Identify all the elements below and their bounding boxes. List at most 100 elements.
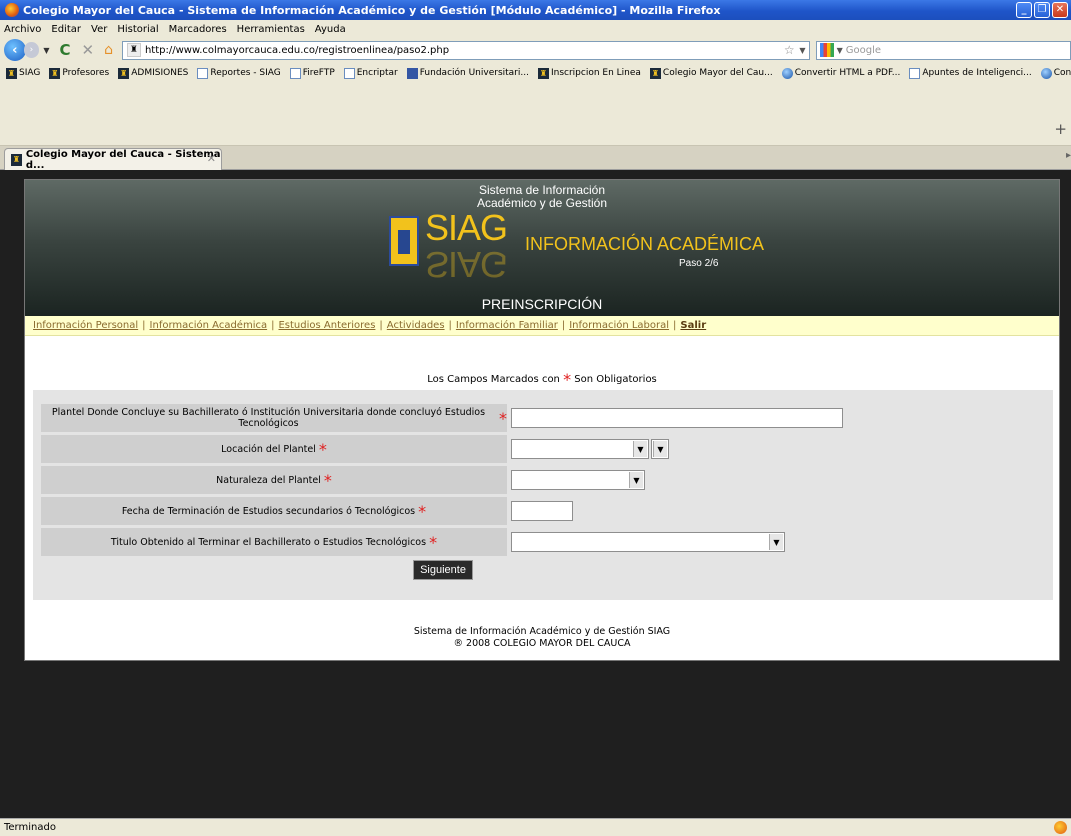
siag-icon: ♜	[118, 67, 130, 79]
home-icon[interactable]: ⌂	[104, 42, 113, 58]
bookmark-item[interactable]: Convertir HTML a PDF...	[779, 67, 904, 79]
bookmark-item[interactable]: Fundación Universitari...	[404, 67, 532, 79]
field-label-text: Fecha de Terminación de Estudios secunda…	[121, 505, 416, 517]
address-url[interactable]: http://www.colmayorcauca.edu.co/registro…	[145, 45, 449, 56]
menu-historial[interactable]: Historial	[117, 24, 158, 35]
menu-editar[interactable]: Editar	[51, 24, 81, 35]
system-title: Sistema de Información Académico y de Ge…	[25, 184, 1059, 210]
siag-icon: ♜	[49, 67, 61, 79]
forward-button[interactable]: ›	[23, 42, 40, 58]
page-icon	[343, 67, 355, 79]
new-tab-plus-icon[interactable]: +	[1054, 120, 1067, 138]
nav-salir[interactable]: Salir	[680, 320, 706, 331]
field-label: Titulo Obtenido al Terminar el Bachiller…	[41, 528, 507, 556]
globe-icon	[781, 67, 793, 79]
system-title-line: Académico y de Gestión	[476, 196, 608, 210]
menu-ver[interactable]: Ver	[91, 24, 107, 35]
header-banner: Sistema de Información Académico y de Ge…	[25, 180, 1059, 316]
bookmark-item[interactable]: Apuntes de Inteligenci...	[906, 67, 1034, 79]
siguiente-button[interactable]: Siguiente	[413, 560, 473, 580]
field-label: Locación del Plantel *	[41, 435, 507, 463]
form-row-naturaleza: Naturaleza del Plantel * ▼	[41, 466, 645, 494]
nav-informacion-familiar[interactable]: Información Familiar	[456, 320, 558, 331]
nav-actividades[interactable]: Actividades	[387, 320, 445, 331]
bookmark-label: Colegio Mayor del Cau...	[662, 68, 773, 78]
bookmark-item[interactable]: ♜ Inscripcion En Linea	[535, 67, 644, 79]
history-dropdown-icon[interactable]: ▼	[43, 46, 49, 55]
bookmark-label: Profesores	[62, 68, 110, 78]
bookmark-label: Inscripcion En Linea	[550, 68, 641, 78]
required-asterisk: *	[499, 408, 507, 428]
nav-estudios-anteriores[interactable]: Estudios Anteriores	[278, 320, 375, 331]
restore-button[interactable]: ❐	[1034, 2, 1050, 18]
grid-icon	[406, 67, 418, 79]
fecha-input[interactable]	[511, 501, 573, 521]
minimize-button[interactable]: _	[1016, 2, 1032, 18]
back-button[interactable]: ‹	[4, 39, 26, 61]
page-subtitle: PREINSCRIPCIÓN	[481, 296, 603, 312]
bookmark-star-icon[interactable]: ☆	[784, 43, 795, 57]
firefox-status-icon	[1054, 821, 1067, 834]
field-label: Plantel Donde Concluye su Bachillerato ó…	[41, 404, 507, 432]
menu-herramientas[interactable]: Herramientas	[237, 24, 305, 35]
tab-label: Colegio Mayor del Cauca - Sistema d...	[25, 148, 221, 171]
logo-door	[398, 230, 410, 254]
window-controls: _ ❐ ✕	[1016, 2, 1068, 18]
stop-icon[interactable]: ✕	[82, 41, 95, 59]
tab-list-icon[interactable]: ▸	[1066, 150, 1071, 161]
google-icon[interactable]	[819, 43, 834, 57]
required-asterisk: *	[418, 501, 427, 521]
bookmark-item[interactable]: ♜ Colegio Mayor del Cau...	[647, 67, 776, 79]
siag-logo-text: SIAG	[425, 207, 508, 248]
site-favicon-icon: ♜	[126, 43, 141, 57]
window-titlebar: Colegio Mayor del Cauca - Sistema de Inf…	[0, 0, 1071, 20]
address-bar[interactable]: ♜ http://www.colmayorcauca.edu.co/regist…	[121, 40, 810, 60]
bookmark-item[interactable]: Reportes - SIAG	[194, 67, 283, 79]
menu-archivo[interactable]: Archivo	[4, 24, 41, 35]
chevron-down-icon[interactable]: ▼	[653, 441, 667, 457]
required-asterisk: *	[429, 532, 438, 552]
bookmark-item[interactable]: ♜ ADMISIONES	[115, 67, 191, 79]
locacion-sub-select[interactable]: ▼	[651, 439, 669, 459]
tab-close-icon[interactable]: ✕	[207, 152, 216, 165]
bookmark-item[interactable]: Encriptar	[341, 67, 401, 79]
locacion-select[interactable]: ▼	[511, 439, 649, 459]
globe-icon	[1040, 67, 1052, 79]
plantel-input[interactable]	[511, 408, 843, 428]
field-label-text: Titulo Obtenido al Terminar el Bachiller…	[110, 536, 427, 548]
bookmark-label: FireFTP	[302, 68, 335, 78]
nav-informacion-laboral[interactable]: Información Laboral	[569, 320, 669, 331]
form-row-plantel: Plantel Donde Concluye su Bachillerato ó…	[41, 404, 843, 432]
search-engine-dropdown-icon[interactable]: ▼	[837, 46, 843, 55]
menu-ayuda[interactable]: Ayuda	[315, 24, 346, 35]
field-label-text: Naturaleza del Plantel	[216, 474, 321, 486]
search-box[interactable]: ▼ Google ⚲	[815, 40, 1071, 60]
bookmark-item[interactable]: ♜ SIAG	[3, 67, 43, 79]
bookmark-item[interactable]: ♜ Profesores	[46, 67, 112, 79]
required-asterisk: *	[323, 470, 332, 490]
tab-active[interactable]: ♜ Colegio Mayor del Cauca - Sistema d...…	[4, 148, 222, 171]
reload-icon[interactable]: C	[59, 41, 70, 59]
form-row-fecha: Fecha de Terminación de Estudios secunda…	[41, 497, 573, 525]
titulo-select[interactable]: ▼	[511, 532, 785, 552]
address-dropdown-icon[interactable]: ▼	[799, 46, 805, 55]
close-button[interactable]: ✕	[1052, 2, 1068, 18]
mandatory-note: Los Campos Marcados con * Son Obligatori…	[25, 370, 1059, 389]
search-placeholder[interactable]: Google	[846, 45, 881, 56]
bookmark-label: Fundación Universitari...	[419, 68, 529, 78]
bookmark-label: SIAG	[19, 68, 41, 78]
chevron-down-icon[interactable]: ▼	[629, 472, 643, 488]
bookmark-label: Convertir HTML a PDF...	[1053, 68, 1071, 78]
bookmarks-toolbar: ♜ SIAG ♜ Profesores ♜ ADMISIONES Reportes -…	[0, 62, 1071, 84]
nav-informacion-personal[interactable]: Información Personal	[33, 320, 138, 331]
naturaleza-select[interactable]: ▼	[511, 470, 645, 490]
bookmark-item[interactable]: Convertir HTML a PDF...	[1038, 67, 1071, 79]
footer-line: Sistema de Información Académico y de Ge…	[413, 626, 671, 637]
chevron-down-icon[interactable]: ▼	[769, 534, 783, 550]
menu-marcadores[interactable]: Marcadores	[169, 24, 227, 35]
form-row-titulo: Titulo Obtenido al Terminar el Bachiller…	[41, 528, 785, 556]
nav-informacion-academica[interactable]: Información Académica	[150, 320, 268, 331]
page-icon	[289, 67, 301, 79]
chevron-down-icon[interactable]: ▼	[633, 441, 647, 457]
bookmark-item[interactable]: FireFTP	[287, 67, 338, 79]
